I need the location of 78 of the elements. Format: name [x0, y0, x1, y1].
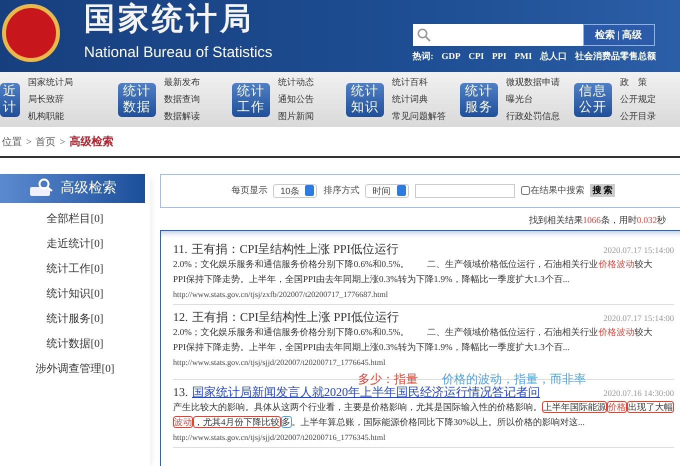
result-snippet: 2.0%；文化娱乐服务和通信服务价格分别下降0.6%和0.5%。 二、生产领域价格低位运行，石油相关行业价格波动较大 PPI保持下降走势。上半年，全国PPI由去年同期上涨0.3%转为下降1.9%，降幅比一季度扩大1.3个百... — [173, 326, 654, 354]
hotword-link[interactable]: GDP — [442, 50, 460, 64]
sidebar-title: 高级检索 — [60, 179, 116, 198]
section-badge[interactable]: 统计 知识 — [346, 82, 384, 116]
nav-link[interactable]: 机构职能 — [28, 108, 73, 125]
section-badge[interactable]: 统计 服务 — [460, 82, 498, 116]
within-results-checkbox[interactable] — [521, 186, 530, 195]
site-title: 国家统计局 — [84, 4, 255, 35]
site-subtitle: National Bureau of Statistics — [84, 43, 272, 63]
hotword-link[interactable]: PPI — [492, 50, 506, 64]
result-date: 2020.07.17 15:14:00 — [603, 244, 674, 257]
result-url: http://www.stats.gov.cn/tjsj/sjjd/202007/t20200717_1776645.html — [173, 357, 386, 369]
result-title[interactable]: 王有捐：CPI呈结构性上涨 PPI低位运行 — [192, 241, 399, 257]
per-page-label: 每页显示 — [231, 184, 268, 197]
annotation-note: 多少：指量 — [358, 371, 418, 386]
section-badge[interactable]: 信息 公开 — [574, 82, 612, 116]
hotword-link[interactable]: 社会消费品零售总额 — [575, 50, 656, 64]
dropdown-caret-icon — [305, 185, 314, 196]
nav-link[interactable]: 公开目录 — [620, 108, 656, 125]
nav-link[interactable]: 统计动态 — [278, 74, 314, 91]
result-snippet: 2.0%；文化娱乐服务和通信服务价格分别下降0.6%和0.5%。 二、生产领域价格低位运行，石油相关行业价格波动较大 PPI保持下降走势。上半年，全国PPI由去年同期上涨0.3%转为下降1.9%，降幅比一季度扩大1.3个百... — [173, 258, 654, 286]
sort-dropdown[interactable]: 时间 — [365, 184, 410, 198]
magnifier-on-stack-icon — [28, 178, 54, 198]
nav-link[interactable]: 曝光台 — [506, 91, 560, 108]
section-badge[interactable]: 统计 数据 — [118, 82, 156, 116]
nav-link[interactable]: 统计百科 — [392, 74, 446, 91]
result-title[interactable]: 国家统计局新闻发言人就2020年上半年国民经济运行情况答记者问 — [192, 384, 540, 400]
nav-link[interactable]: 行政处罚信息 — [506, 108, 560, 125]
result-url: http://www.stats.gov.cn/tjsj/sjjd/202007/t20200716_1776345.html — [173, 432, 386, 444]
nav-link[interactable]: 常见问题解答 — [392, 108, 446, 125]
nav-link[interactable]: 公开规定 — [620, 91, 656, 108]
result-snippet: 产生比较大的影响。具体从这两个行业看，主要是价格影响，尤其是国际输入性的价格影响。上半年国际能源 价格 出现了大幅 波动 ，尤其4月份下降比较 多。上半年算总账，国际能源价格同比下降30%以上。所以价格的影响对这... — [173, 400, 674, 430]
sidebar-item[interactable]: 统计服务[0] — [0, 306, 150, 332]
nav-link[interactable]: 国家统计局 — [28, 74, 73, 91]
result-title[interactable]: 王有捐：CPI呈结构性上涨 PPI低位运行 — [192, 309, 400, 325]
nav-link[interactable]: 统计词典 — [392, 91, 446, 108]
per-page-dropdown[interactable]: 10条 — [273, 184, 318, 198]
result-number: 11. — [173, 241, 188, 257]
result-number: 13. — [173, 384, 188, 400]
breadcrumb-separator: > — [26, 137, 32, 148]
search-field[interactable] — [412, 24, 582, 46]
sidebar-item[interactable]: 统计工作[0] — [0, 256, 150, 282]
dropdown-caret-icon — [397, 185, 406, 196]
hotword-link[interactable]: 总人口 — [540, 50, 567, 64]
within-results-label: 在结果中搜索 — [530, 184, 584, 197]
breadcrumb-link[interactable]: 位置 — [2, 137, 22, 148]
sidebar-item[interactable]: 涉外调查管理[0] — [0, 356, 150, 382]
nav-link[interactable]: 微观数据申请 — [506, 74, 560, 91]
result-url: http://www.stats.gov.cn/tjsj/zxfb/202007/t20200717_1776687.html — [173, 289, 389, 301]
result-number: 12. — [173, 309, 188, 325]
section-badge[interactable]: 近 计 — [0, 82, 20, 116]
nav-link[interactable]: 最新发布 — [164, 74, 200, 91]
nav-link[interactable]: 政 策 — [620, 74, 656, 91]
sort-label: 排序方式 — [323, 184, 360, 197]
breadcrumb-current: 高级检索 — [69, 136, 114, 148]
nav-link[interactable]: 图片新闻 — [278, 108, 314, 125]
breadcrumb-separator: > — [60, 137, 66, 148]
search-button[interactable]: 搜 索 — [590, 184, 615, 198]
search-icon — [416, 28, 430, 42]
results-summary: 找到相关结果1066条，用时0.032秒 — [528, 214, 666, 226]
sidebar-item[interactable]: 走近统计[0] — [0, 232, 150, 256]
nav-link[interactable]: 数据查询 — [164, 91, 200, 108]
search-button[interactable]: 检索 | 高级 — [582, 24, 654, 46]
nav-link[interactable]: 数据解读 — [164, 108, 200, 125]
sidebar-item[interactable]: 全部栏目[0] — [0, 206, 150, 232]
hotwords-label: 热词: — [412, 50, 434, 63]
sidebar-item[interactable]: 统计数据[0] — [0, 332, 150, 356]
result-date: 2020.07.16 14:30:00 — [603, 387, 674, 400]
hotword-link[interactable]: CPI — [468, 50, 484, 64]
query-field[interactable] — [415, 184, 516, 198]
result-date: 2020.07.17 15:14:00 — [603, 312, 674, 325]
section-badge[interactable]: 统计 工作 — [232, 82, 270, 116]
hotword-link[interactable]: PMI — [514, 50, 532, 64]
breadcrumb-link[interactable]: 首页 — [36, 137, 56, 148]
nav-link[interactable]: 局长致辞 — [28, 91, 73, 108]
sidebar-item[interactable]: 统计知识[0] — [0, 282, 150, 306]
annotation-note: 价格的波动，指量，而非率 — [442, 371, 586, 386]
nav-link[interactable]: 通知公告 — [278, 91, 314, 108]
